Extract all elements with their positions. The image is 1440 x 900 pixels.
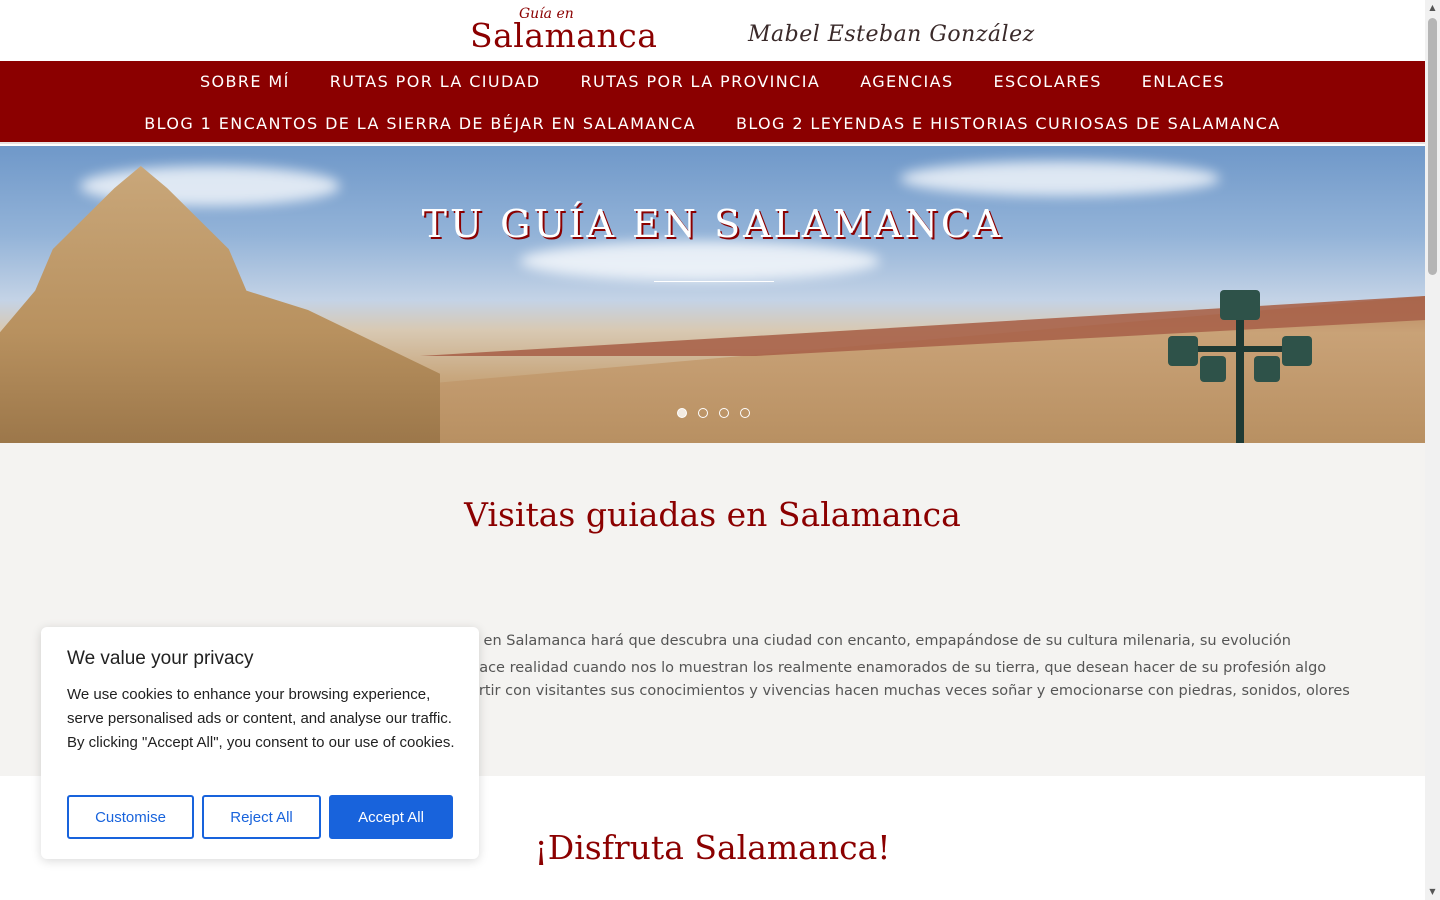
site-header: Guía en Salamanca Mabel Esteban González (0, 0, 1425, 61)
intro-paragraph-line-2: hace realidad cuando nos lo muestran los… (470, 660, 1327, 676)
nav-item-sobre-mi[interactable]: SOBRE MÍ (200, 72, 290, 91)
street-lamp-icon (1168, 290, 1312, 443)
section-title-visitas: Visitas guiadas en Salamanca (464, 495, 961, 534)
signature-logo: Mabel Esteban González (748, 22, 1035, 47)
slider-dot[interactable] (740, 408, 750, 418)
nav-item-blog-2[interactable]: BLOG 2 LEYENDAS E HISTORIAS CURIOSAS DE … (736, 114, 1281, 133)
scroll-up-icon[interactable]: ▲ (1428, 3, 1437, 13)
intro-paragraph-line-3: artir con visitantes sus conocimientos y… (470, 683, 1350, 699)
nav-row-blogs: BLOG 1 ENCANTOS DE LA SIERRA DE BÉJAR EN… (0, 114, 1425, 133)
hero-divider (654, 281, 774, 282)
cookie-consent-banner: We value your privacy We use cookies to … (41, 627, 479, 859)
slider-dot[interactable] (719, 408, 729, 418)
slider-dot[interactable] (698, 408, 708, 418)
site-logo[interactable]: Salamanca (470, 16, 657, 55)
nav-item-agencias[interactable]: AGENCIAS (860, 72, 953, 91)
cookie-description: We use cookies to enhance your browsing … (67, 686, 455, 751)
cloud-shape (900, 161, 1220, 196)
scrollbar-thumb[interactable] (1428, 18, 1437, 275)
reject-all-button[interactable]: Reject All (202, 795, 321, 839)
nav-item-escolares[interactable]: ESCOLARES (994, 72, 1102, 91)
slider-dot[interactable] (677, 408, 687, 418)
hero-slider: TU GUÍA EN SALAMANCA (0, 146, 1425, 443)
nav-item-rutas-ciudad[interactable]: RUTAS POR LA CIUDAD (330, 72, 541, 91)
nav-item-blog-1[interactable]: BLOG 1 ENCANTOS DE LA SIERRA DE BÉJAR EN… (144, 114, 696, 133)
intro-text-1: en Salamanca hará que descubra una ciuda… (478, 633, 1291, 649)
intro-paragraph-line-1: e en Salamanca hará que descubra una ciu… (470, 633, 1291, 649)
accept-all-button[interactable]: Accept All (329, 795, 453, 839)
nav-item-enlaces[interactable]: ENLACES (1142, 72, 1225, 91)
hero-title: TU GUÍA EN SALAMANCA (421, 202, 1004, 246)
nav-item-rutas-provincia[interactable]: RUTAS POR LA PROVINCIA (581, 72, 821, 91)
cloud-shape (520, 241, 880, 281)
nav-row-primary: SOBRE MÍ RUTAS POR LA CIUDAD RUTAS POR L… (0, 72, 1425, 91)
customise-button[interactable]: Customise (67, 795, 194, 839)
slider-dots (677, 408, 750, 418)
cookie-title: We value your privacy (67, 648, 254, 669)
main-navigation: SOBRE MÍ RUTAS POR LA CIUDAD RUTAS POR L… (0, 61, 1425, 144)
page-scrollbar[interactable]: ▲ ▼ (1425, 0, 1440, 900)
scroll-down-icon[interactable]: ▼ (1428, 887, 1437, 897)
